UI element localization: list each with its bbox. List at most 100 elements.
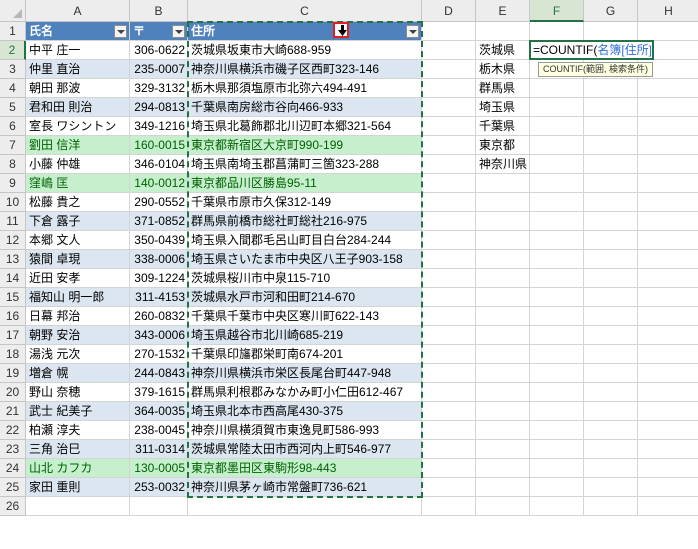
- column-header-f[interactable]: F: [530, 0, 584, 22]
- name-cell[interactable]: 朝野 安治: [26, 326, 130, 345]
- name-cell[interactable]: 家田 重則: [26, 478, 130, 497]
- grid-cell[interactable]: [530, 383, 584, 402]
- name-cell[interactable]: 猿間 卓現: [26, 250, 130, 269]
- grid-cell[interactable]: [584, 402, 638, 421]
- zip-cell[interactable]: 379-1615: [130, 383, 188, 402]
- grid-cell[interactable]: [530, 497, 584, 516]
- grid-cell[interactable]: [530, 212, 584, 231]
- name-cell[interactable]: 湯浅 元次: [26, 345, 130, 364]
- grid-cell[interactable]: [476, 440, 530, 459]
- zip-cell[interactable]: 371-0852: [130, 212, 188, 231]
- grid-cell[interactable]: [422, 79, 476, 98]
- zip-cell[interactable]: 311-0314: [130, 440, 188, 459]
- grid-cell[interactable]: [530, 193, 584, 212]
- grid-cell[interactable]: [476, 478, 530, 497]
- grid-cell[interactable]: [476, 174, 530, 193]
- zip-cell[interactable]: 338-0006: [130, 250, 188, 269]
- grid-cell[interactable]: [422, 402, 476, 421]
- grid-cell[interactable]: [638, 478, 698, 497]
- zip-cell[interactable]: 306-0622: [130, 41, 188, 60]
- grid-cell[interactable]: [584, 307, 638, 326]
- row-header[interactable]: 14: [0, 269, 26, 288]
- table-header-cell[interactable]: 住所: [188, 22, 422, 41]
- grid-cell[interactable]: [584, 231, 638, 250]
- grid-cell[interactable]: [422, 193, 476, 212]
- row-header[interactable]: 25: [0, 478, 26, 497]
- grid-cell[interactable]: [476, 421, 530, 440]
- grid-cell[interactable]: [584, 288, 638, 307]
- row-header[interactable]: 22: [0, 421, 26, 440]
- filter-dropdown-icon[interactable]: [406, 25, 419, 38]
- grid-cell[interactable]: [422, 421, 476, 440]
- zip-cell[interactable]: 244-0843: [130, 364, 188, 383]
- grid-cell[interactable]: [130, 497, 188, 516]
- spreadsheet-grid[interactable]: A B C D E F G H 1 氏名 〒 住所 2 中平 庄一 306-0622 茨城県坂東市大崎688-…: [0, 0, 698, 549]
- grid-cell[interactable]: [422, 459, 476, 478]
- grid-cell[interactable]: [422, 174, 476, 193]
- grid-cell[interactable]: [422, 269, 476, 288]
- grid-cell[interactable]: [530, 307, 584, 326]
- grid-cell[interactable]: [530, 231, 584, 250]
- row-header[interactable]: 2: [0, 41, 26, 60]
- grid-cell[interactable]: [530, 136, 584, 155]
- address-cell[interactable]: 茨城県常陸太田市西河内上町546-977: [188, 440, 422, 459]
- name-cell[interactable]: 福知山 明一郎: [26, 288, 130, 307]
- row-header[interactable]: 17: [0, 326, 26, 345]
- zip-cell[interactable]: 294-0813: [130, 98, 188, 117]
- grid-cell[interactable]: [422, 98, 476, 117]
- name-cell[interactable]: 日幕 邦治: [26, 307, 130, 326]
- grid-cell[interactable]: [422, 231, 476, 250]
- grid-cell[interactable]: [584, 478, 638, 497]
- name-cell[interactable]: 室長 ワシントン: [26, 117, 130, 136]
- grid-cell[interactable]: [638, 307, 698, 326]
- name-cell[interactable]: 劉田 信洋: [26, 136, 130, 155]
- grid-cell[interactable]: [584, 459, 638, 478]
- address-cell[interactable]: 千葉県千葉市中央区寒川町622-143: [188, 307, 422, 326]
- grid-cell[interactable]: [584, 345, 638, 364]
- grid-cell[interactable]: [422, 22, 476, 41]
- grid-cell[interactable]: [476, 288, 530, 307]
- grid-cell[interactable]: [638, 326, 698, 345]
- row-header[interactable]: 24: [0, 459, 26, 478]
- grid-cell[interactable]: [638, 193, 698, 212]
- grid-cell[interactable]: [530, 440, 584, 459]
- grid-cell[interactable]: [638, 345, 698, 364]
- name-cell[interactable]: 仲里 直治: [26, 60, 130, 79]
- address-cell[interactable]: 埼玉県さいたま市中央区八王子903-158: [188, 250, 422, 269]
- prefecture-cell[interactable]: 群馬県: [476, 79, 530, 98]
- grid-cell[interactable]: [638, 383, 698, 402]
- grid-cell[interactable]: [422, 478, 476, 497]
- grid-cell[interactable]: [638, 250, 698, 269]
- grid-cell[interactable]: [584, 136, 638, 155]
- grid-cell[interactable]: [638, 98, 698, 117]
- zip-cell[interactable]: 329-3132: [130, 79, 188, 98]
- grid-cell[interactable]: [638, 231, 698, 250]
- grid-cell[interactable]: [422, 136, 476, 155]
- zip-cell[interactable]: 290-0552: [130, 193, 188, 212]
- grid-cell[interactable]: [422, 364, 476, 383]
- select-all-corner[interactable]: [0, 0, 26, 22]
- zip-cell[interactable]: 349-1216: [130, 117, 188, 136]
- grid-cell[interactable]: [638, 79, 698, 98]
- grid-cell[interactable]: [638, 497, 698, 516]
- grid-cell[interactable]: [584, 22, 638, 41]
- grid-cell[interactable]: [476, 345, 530, 364]
- grid-cell[interactable]: [530, 117, 584, 136]
- zip-cell[interactable]: 253-0032: [130, 478, 188, 497]
- grid-cell[interactable]: [422, 383, 476, 402]
- address-cell[interactable]: 神奈川県横須賀市東逸見町586-993: [188, 421, 422, 440]
- grid-cell[interactable]: [422, 155, 476, 174]
- row-header[interactable]: 3: [0, 60, 26, 79]
- name-cell[interactable]: 柏瀬 淳夫: [26, 421, 130, 440]
- grid-cell[interactable]: [476, 269, 530, 288]
- column-header-h[interactable]: H: [638, 0, 698, 22]
- row-header[interactable]: 19: [0, 364, 26, 383]
- zip-cell[interactable]: 350-0439: [130, 231, 188, 250]
- name-cell[interactable]: 野山 奈穂: [26, 383, 130, 402]
- row-header[interactable]: 7: [0, 136, 26, 155]
- grid-cell[interactable]: [530, 155, 584, 174]
- grid-cell[interactable]: [476, 212, 530, 231]
- grid-cell[interactable]: [584, 440, 638, 459]
- zip-cell[interactable]: 235-0007: [130, 60, 188, 79]
- active-cell-f2[interactable]: =COUNTIF(名簿[住所]: [529, 40, 654, 60]
